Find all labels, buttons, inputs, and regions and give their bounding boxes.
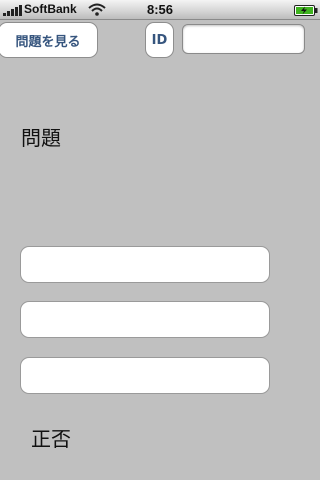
status-bar: SoftBank 8:56 (0, 0, 320, 20)
id-input[interactable] (182, 24, 305, 54)
result-label: 正否 (31, 427, 71, 451)
battery-charging-icon (294, 5, 318, 16)
id-button[interactable]: ID (145, 22, 174, 58)
view-problem-button[interactable]: 問題を見る (0, 22, 98, 58)
problem-label: 問題 (21, 126, 61, 150)
answer-field-2[interactable] (20, 301, 270, 338)
status-clock: 8:56 (146, 2, 174, 17)
answer-field-1[interactable] (20, 246, 270, 283)
answer-field-3[interactable] (20, 357, 270, 394)
